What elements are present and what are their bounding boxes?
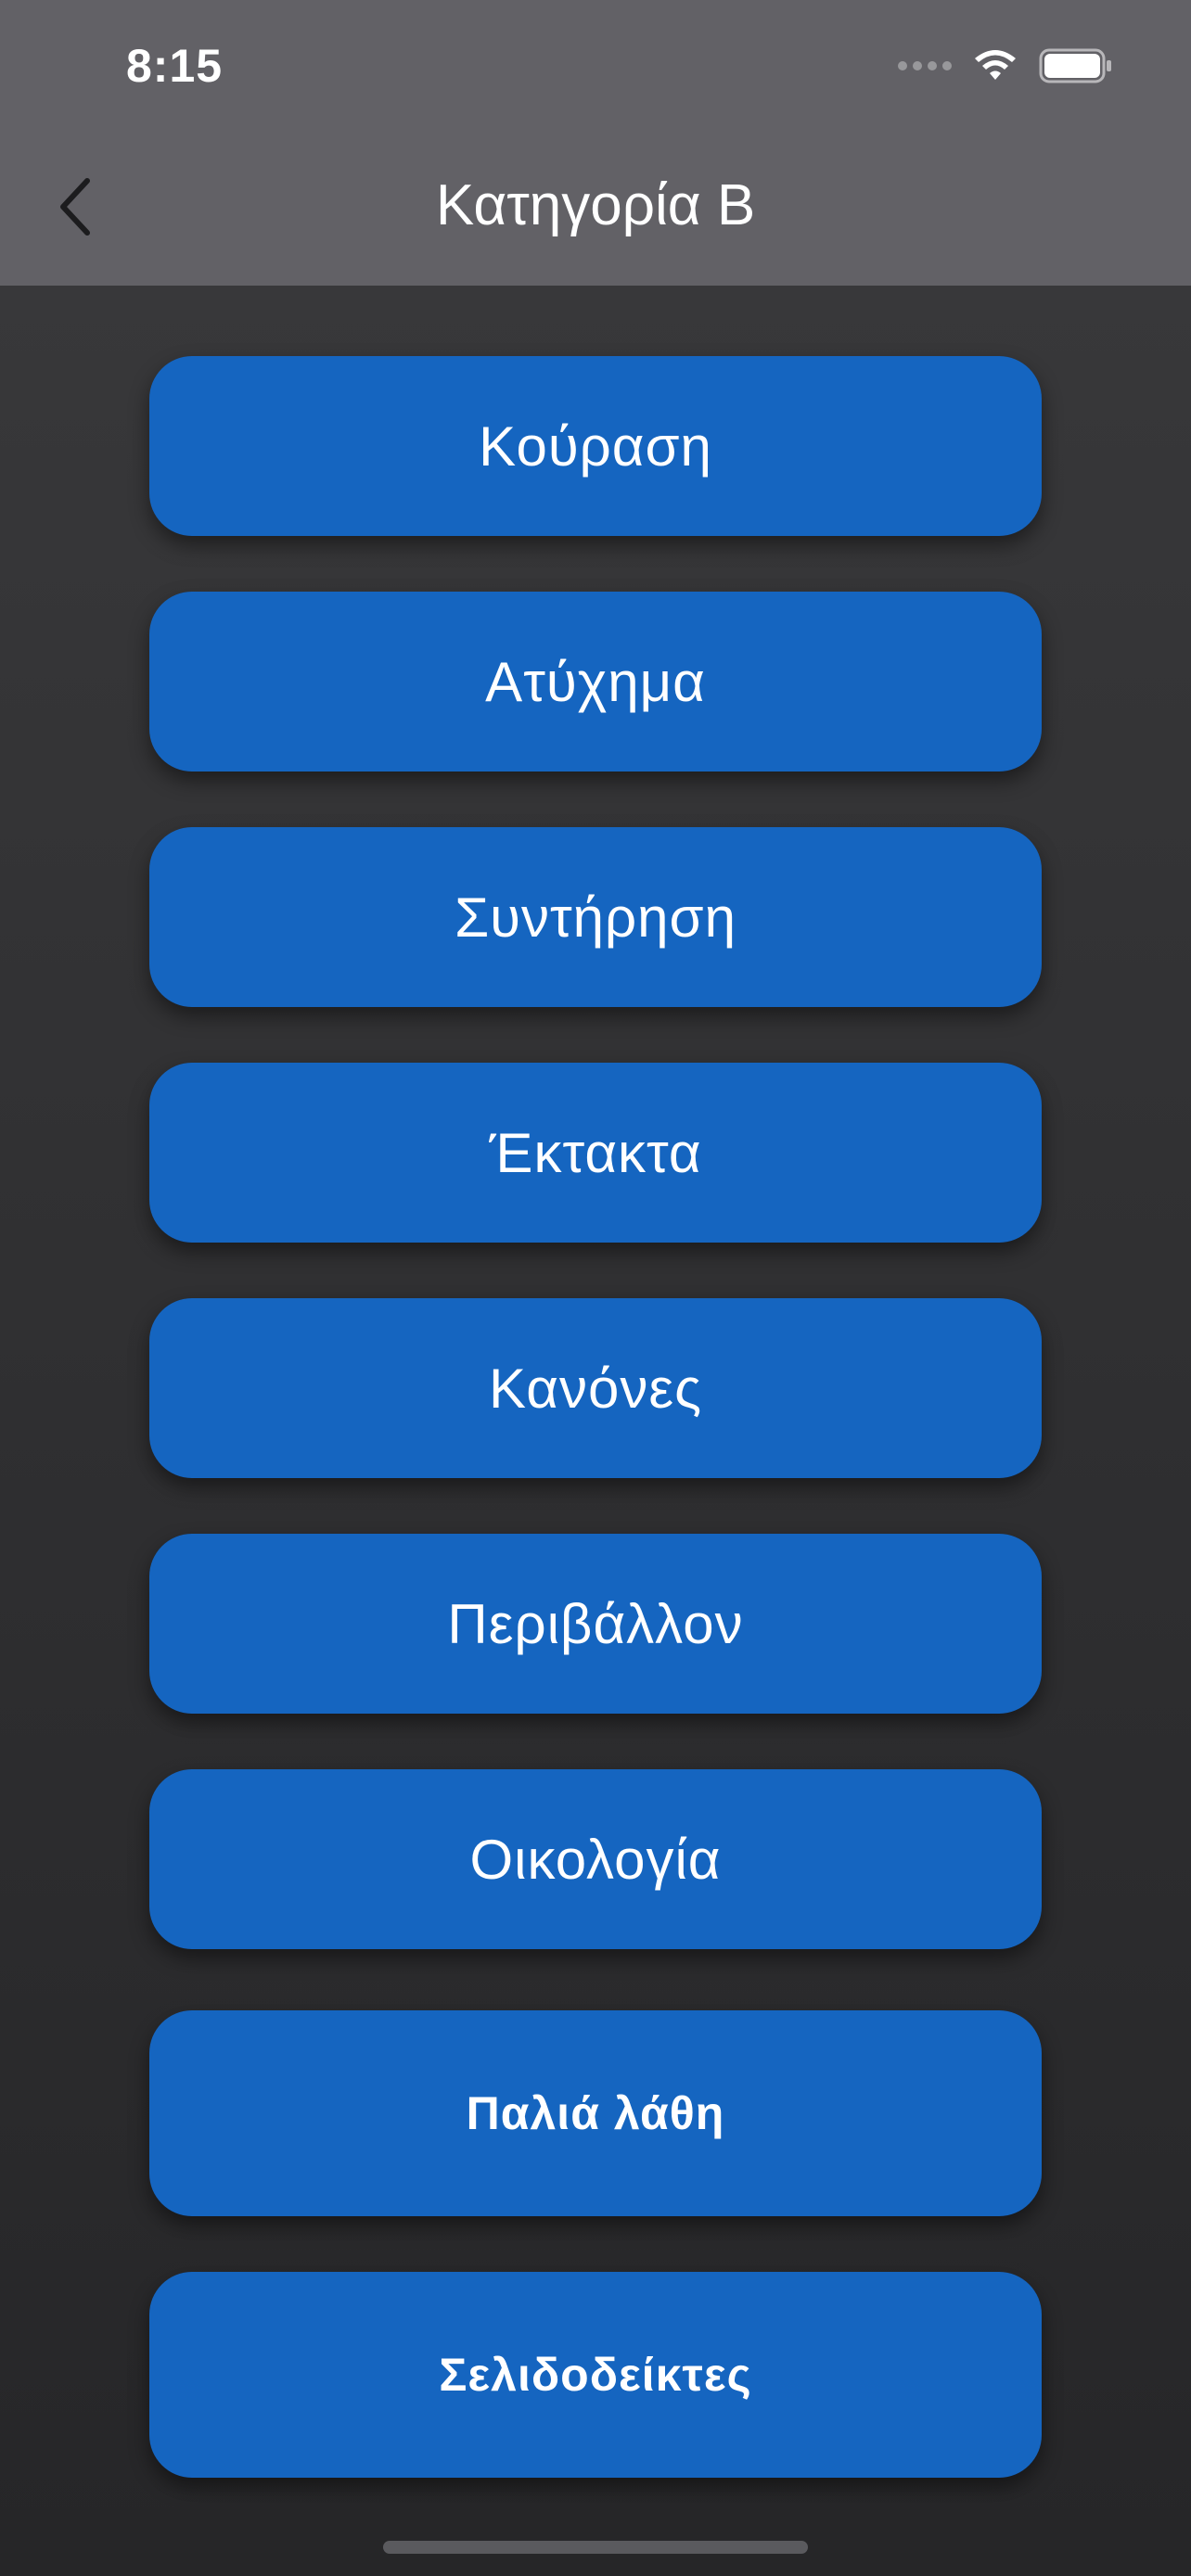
menu-button-fatigue[interactable]: Κούραση (149, 356, 1042, 536)
menu-button-old-mistakes[interactable]: Παλιά λάθη (149, 2010, 1042, 2216)
menu-button-environment[interactable]: Περιβάλλον (149, 1534, 1042, 1714)
battery-icon (1039, 48, 1113, 83)
menu-button-accident[interactable]: Ατύχημα (149, 592, 1042, 772)
menu-button-label: Περιβάλλον (447, 1592, 744, 1655)
wifi-icon (972, 48, 1018, 83)
menu-button-bookmarks[interactable]: Σελιδοδείκτες (149, 2272, 1042, 2478)
menu-button-ecology[interactable]: Οικολογία (149, 1769, 1042, 1949)
menu-button-rules[interactable]: Κανόνες (149, 1298, 1042, 1478)
menu-button-label: Σελιδοδείκτες (439, 2349, 752, 2401)
status-icons (898, 43, 1113, 89)
top-bar: 8:15 Κατηγορία Β (0, 0, 1191, 286)
menu-button-label: Έκτακτα (489, 1121, 702, 1184)
status-time: 8:15 (126, 40, 224, 92)
home-indicator[interactable] (383, 2541, 808, 2554)
menu-button-emergency[interactable]: Έκτακτα (149, 1063, 1042, 1243)
menu-button-label: Συντήρηση (455, 886, 736, 949)
page-title: Κατηγορία Β (435, 173, 756, 237)
signal-icon (898, 61, 952, 70)
menu-button-label: Κούραση (479, 414, 712, 478)
menu-button-label: Οικολογία (469, 1828, 722, 1891)
menu-button-label: Παλιά λάθη (466, 2087, 725, 2139)
menu-button-maintenance[interactable]: Συντήρηση (149, 827, 1042, 1007)
menu-button-label: Κανόνες (488, 1357, 702, 1420)
menu-button-label: Ατύχημα (485, 650, 706, 713)
